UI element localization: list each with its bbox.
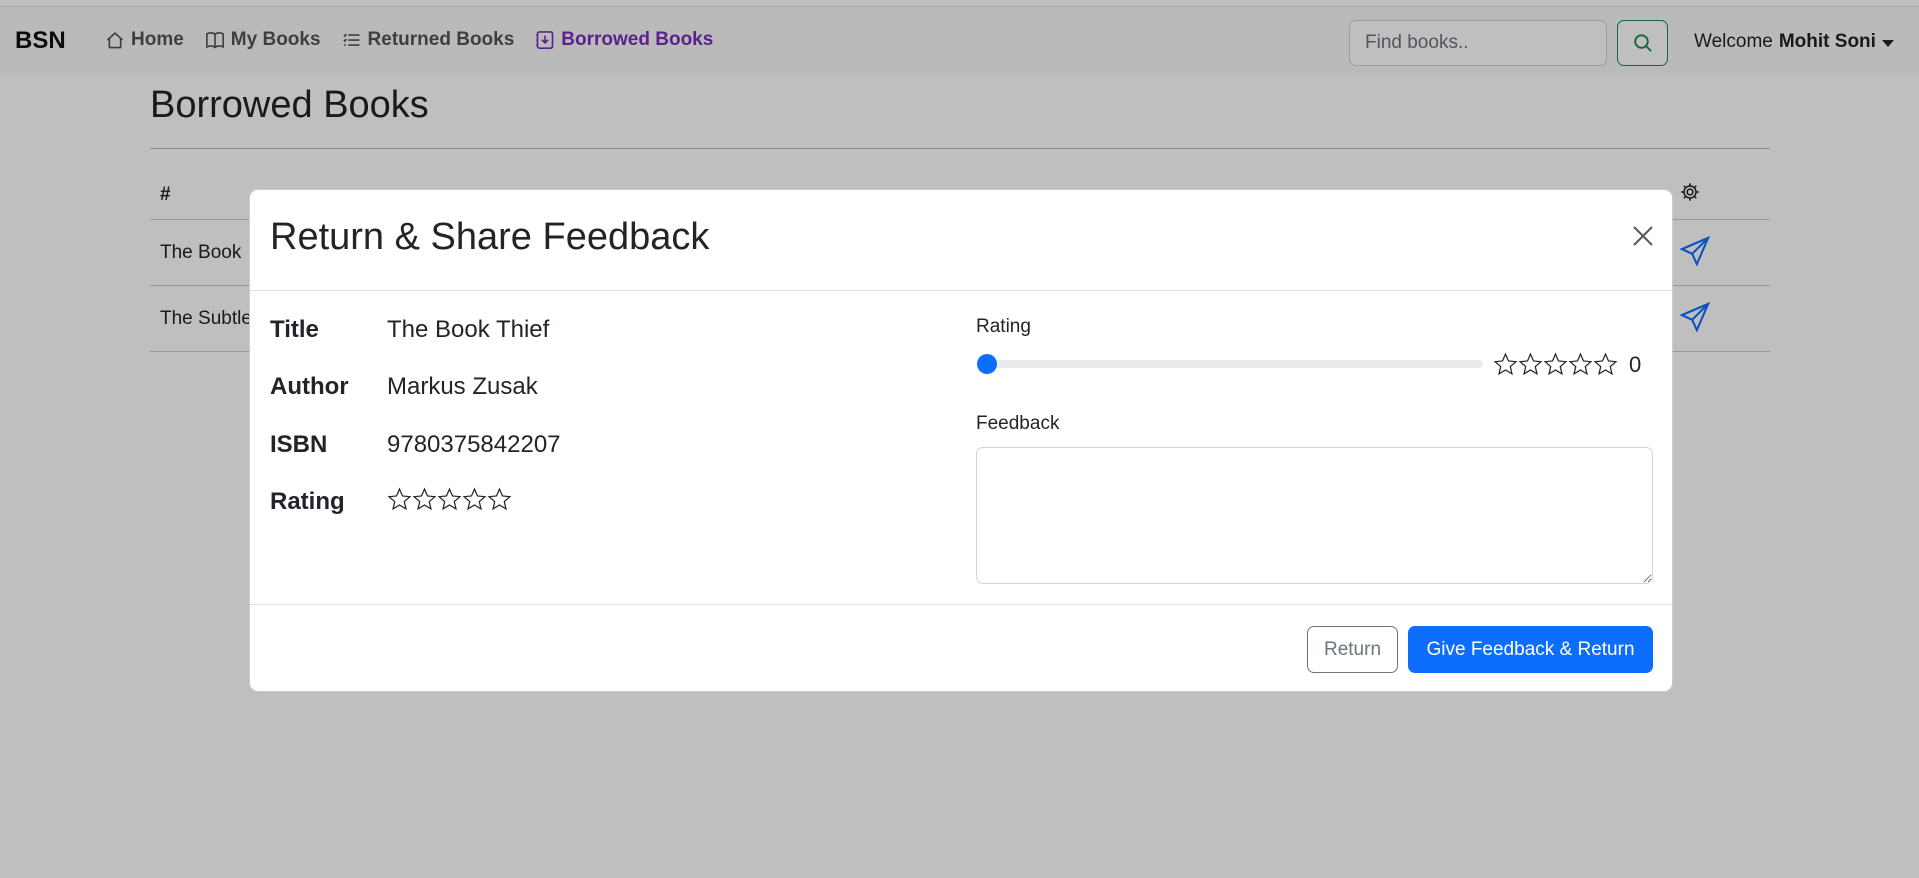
detail-label-isbn: ISBN	[270, 431, 328, 458]
modal-header: Return & Share Feedback	[250, 190, 1672, 291]
star-empty-icon	[487, 487, 512, 511]
rating-slider-thumb[interactable]	[977, 354, 997, 374]
rating-preview-stars	[1493, 352, 1618, 377]
close-icon	[1633, 226, 1653, 246]
detail-value-isbn: 9780375842207	[387, 431, 561, 458]
star-empty-icon	[1543, 352, 1568, 376]
modal-title: Return & Share Feedback	[270, 216, 710, 258]
feedback-textarea[interactable]	[976, 447, 1653, 584]
detail-label-rating: Rating	[270, 488, 345, 515]
give-feedback-return-button[interactable]: Give Feedback & Return	[1408, 626, 1653, 673]
rating-slider-track[interactable]	[977, 360, 1483, 368]
rating-stars	[387, 487, 512, 512]
detail-label-title: Title	[270, 316, 319, 343]
star-empty-icon	[1493, 352, 1518, 376]
detail-value-author: Markus Zusak	[387, 373, 538, 400]
return-button[interactable]: Return	[1307, 626, 1398, 673]
star-empty-icon	[462, 487, 487, 511]
detail-label-author: Author	[270, 373, 349, 400]
feedback-label: Feedback	[976, 413, 1060, 434]
star-empty-icon	[1518, 352, 1543, 376]
star-empty-icon	[1568, 352, 1593, 376]
return-feedback-modal: Return & Share Feedback Title The Book T…	[249, 189, 1673, 692]
rating-value: 0	[1629, 352, 1642, 377]
modal-footer: Return Give Feedback & Return	[250, 604, 1672, 693]
star-empty-icon	[412, 487, 437, 511]
star-empty-icon	[1593, 352, 1618, 376]
rating-label: Rating	[976, 316, 1031, 337]
close-button[interactable]	[1628, 221, 1658, 251]
star-empty-icon	[437, 487, 462, 511]
detail-value-title: The Book Thief	[387, 316, 550, 343]
star-empty-icon	[387, 487, 412, 511]
